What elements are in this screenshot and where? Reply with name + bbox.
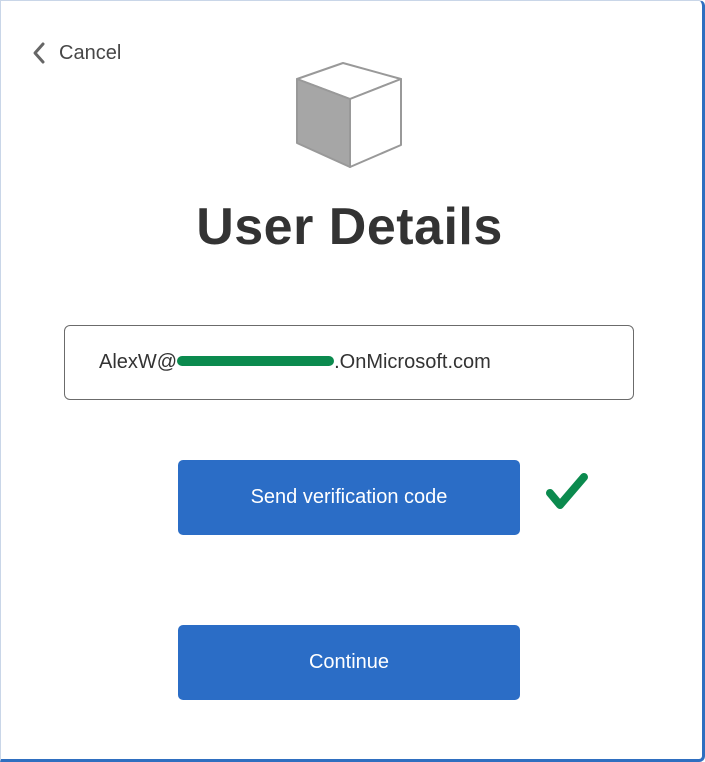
send-verification-code-label: Send verification code bbox=[250, 486, 448, 508]
cancel-label: Cancel bbox=[59, 41, 122, 64]
email-field[interactable]: AlexW@ .OnMicrosoft.com bbox=[64, 325, 634, 400]
email-prefix: AlexW@ bbox=[99, 351, 178, 373]
cancel-link[interactable]: Cancel bbox=[31, 39, 121, 67]
checkmark-icon bbox=[545, 471, 589, 513]
email-value: AlexW@ .OnMicrosoft.com bbox=[99, 351, 491, 374]
chevron-left-icon bbox=[31, 39, 49, 67]
dialog-window: Cancel User Details AlexW@ .OnMicrosoft.c… bbox=[0, 0, 705, 762]
continue-button[interactable]: Continue bbox=[178, 625, 520, 700]
email-suffix: .OnMicrosoft.com bbox=[334, 351, 491, 373]
redaction-mark bbox=[177, 356, 335, 367]
continue-label: Continue bbox=[308, 651, 390, 673]
cube-icon bbox=[295, 61, 405, 171]
send-verification-code-button[interactable]: Send verification code bbox=[178, 460, 520, 535]
page-title: User Details bbox=[196, 198, 503, 256]
